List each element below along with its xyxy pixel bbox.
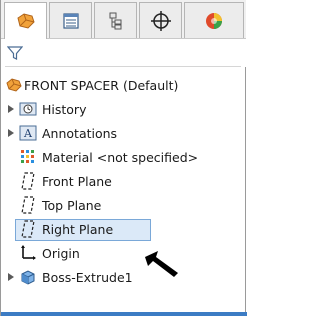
tree-item-boss-extrude1[interactable]: Boss-Extrude1 <box>1 265 246 289</box>
part-name-label: FRONT SPACER (Default) <box>24 77 179 93</box>
tab-displaymanager[interactable] <box>184 2 244 38</box>
featuremanager-panel: FRONT SPACER (Default) History A Annotat… <box>0 0 247 316</box>
origin-icon <box>18 243 38 263</box>
tree-item-label: Annotations <box>42 125 118 141</box>
extrude-feature-icon <box>18 267 38 287</box>
expand-arrow-icon[interactable] <box>7 272 15 282</box>
filter-icon[interactable] <box>6 45 24 65</box>
part-icon <box>4 75 24 95</box>
tree-item-label: Right Plane <box>42 221 114 237</box>
tab-featuremanager[interactable] <box>4 2 47 39</box>
material-icon <box>18 147 38 167</box>
expand-arrow-icon[interactable] <box>7 104 15 114</box>
configurationmanager-tab-icon <box>109 12 121 29</box>
propertymanager-tab-icon <box>62 12 79 29</box>
tree-item-material[interactable]: Material <not specified> <box>1 145 246 169</box>
tree-item-label: Top Plane <box>42 197 102 213</box>
divider <box>5 66 241 67</box>
plane-icon <box>18 219 38 239</box>
tree-item-label: Origin <box>42 245 80 261</box>
tab-dimxpertmanager[interactable] <box>139 2 182 38</box>
dimxpertmanager-tab-icon <box>150 10 171 31</box>
tree-item-label: Material <not specified> <box>42 149 199 165</box>
expand-arrow-icon[interactable] <box>7 128 15 138</box>
featuremanager-tab-icon <box>16 13 35 29</box>
plane-icon <box>18 195 38 215</box>
tree-item-annotations[interactable]: A Annotations <box>1 121 246 145</box>
plane-icon <box>18 171 38 191</box>
manager-tab-bar <box>1 0 246 39</box>
annotations-icon: A <box>18 123 38 143</box>
tab-configurationmanager[interactable] <box>94 2 137 38</box>
display-manager-tab-icon <box>206 12 222 29</box>
tree-item-origin[interactable]: Origin <box>1 241 246 265</box>
filter-bar <box>1 39 246 67</box>
tree-item-front-plane[interactable]: Front Plane <box>1 169 246 193</box>
tab-propertymanager[interactable] <box>49 2 92 38</box>
panel-bottom-accent <box>1 312 247 316</box>
tree-item-history[interactable]: History <box>1 97 246 121</box>
tree-item-label: Front Plane <box>42 173 112 189</box>
tree-item-right-plane[interactable]: Right Plane <box>1 217 246 241</box>
history-folder-icon <box>18 99 38 119</box>
tree-item-top-plane[interactable]: Top Plane <box>1 193 246 217</box>
svg-text:A: A <box>23 127 33 140</box>
mouse-pointer-icon <box>144 249 180 283</box>
tree-item-label: History <box>42 101 87 117</box>
tree-root-part[interactable]: FRONT SPACER (Default) <box>1 73 246 97</box>
tree-item-label: Boss-Extrude1 <box>42 269 133 285</box>
